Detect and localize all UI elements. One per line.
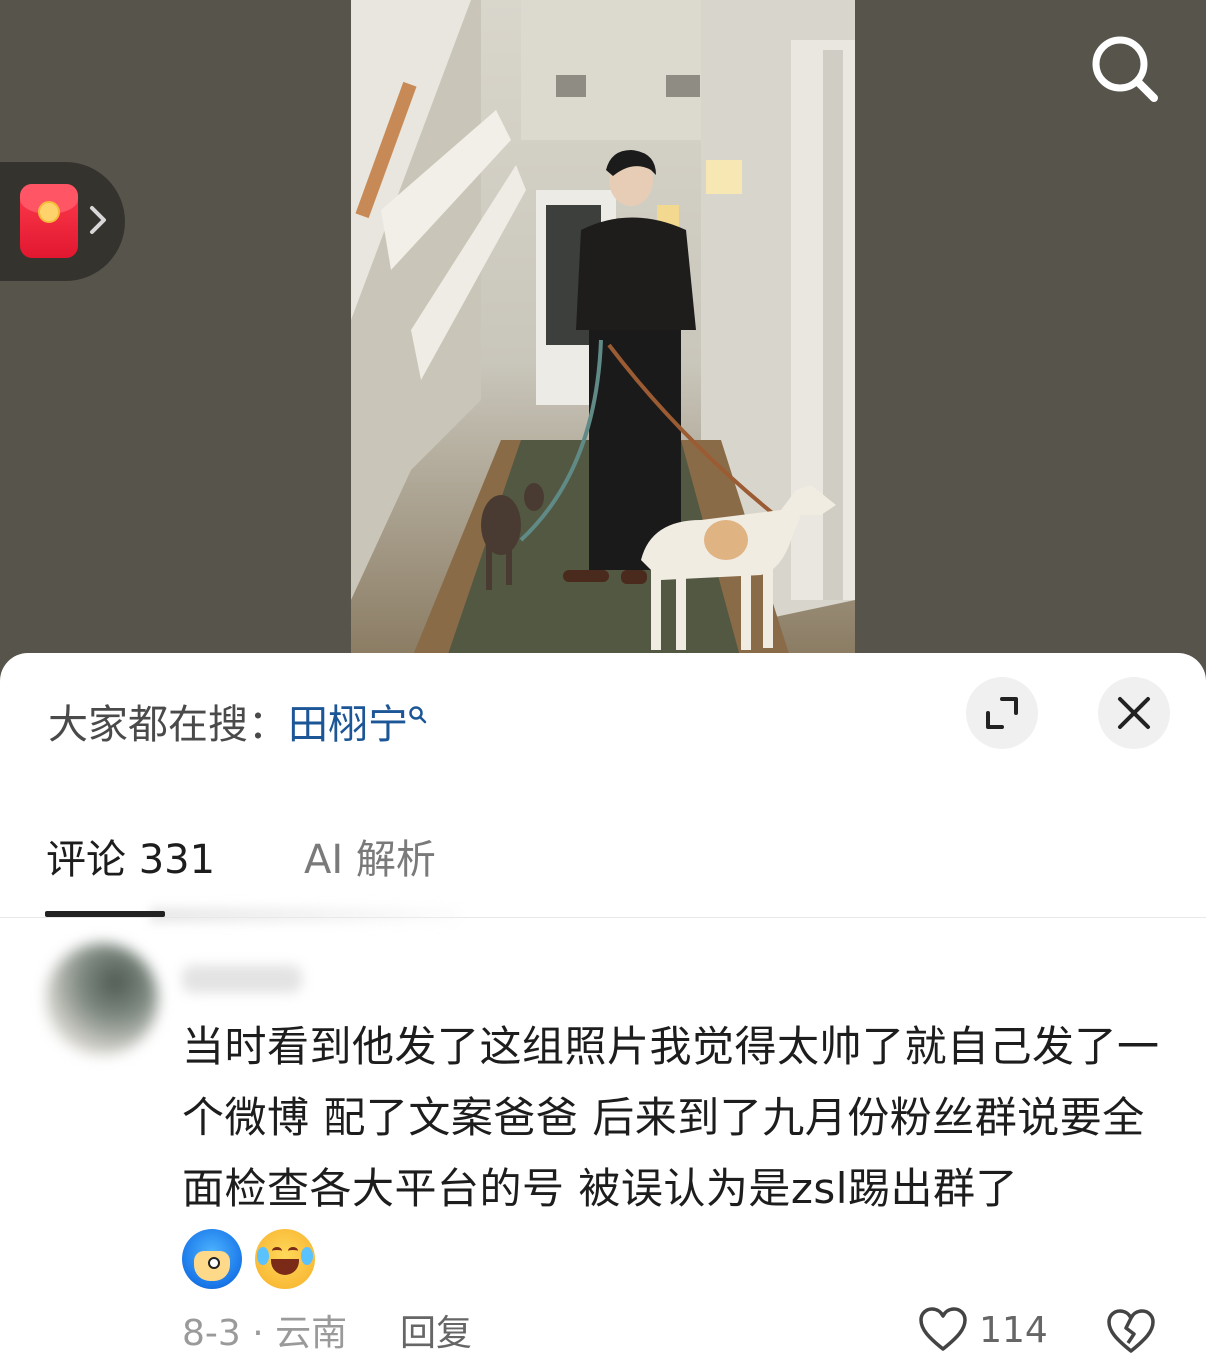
- comment-tabs: 评论 331 AI 解析: [0, 823, 1206, 923]
- close-button[interactable]: [1098, 677, 1170, 749]
- hallway-photo-illustration: [351, 0, 855, 660]
- heart-icon: [919, 1307, 967, 1351]
- hot-search-prefix: 大家都在搜：: [48, 702, 288, 748]
- expand-button[interactable]: [966, 677, 1038, 749]
- red-packet-icon: [20, 184, 78, 258]
- hot-search-bar: 大家都在搜：田栩宁: [48, 697, 428, 753]
- search-button[interactable]: [1086, 30, 1162, 106]
- chevron-right-icon: [90, 206, 106, 234]
- laugh-cry-emoji-icon: [255, 1229, 316, 1289]
- comment-text: 当时看到他发了这组照片我觉得太帅了就自己发了一个微博 配了文案爸爸 后来到了九月…: [182, 1022, 1160, 1213]
- dislike-button[interactable]: [1106, 1309, 1156, 1359]
- comment-emojis: [182, 1229, 323, 1293]
- avatar[interactable]: [46, 943, 158, 1055]
- search-icon: [1092, 36, 1158, 102]
- post-photo[interactable]: [351, 0, 855, 660]
- blue-character-emoji-icon: [182, 1229, 242, 1289]
- username-blurred[interactable]: [182, 965, 302, 993]
- reply-button[interactable]: 回复: [400, 1311, 472, 1357]
- red-packet-entry[interactable]: [0, 162, 125, 281]
- close-icon: [1118, 697, 1150, 729]
- active-tab-indicator: [45, 911, 165, 917]
- tab-comments[interactable]: 评论 331: [46, 833, 215, 887]
- like-count: 114: [979, 1309, 1048, 1351]
- like-button[interactable]: 114: [918, 1307, 1048, 1359]
- comment-date-location: 8-3 · 云南: [182, 1313, 348, 1354]
- blurred-overlay: [150, 907, 460, 923]
- small-search-icon: [409, 706, 427, 724]
- broken-heart-icon: [1107, 1309, 1155, 1353]
- hot-search-term-link[interactable]: 田栩宁: [288, 702, 408, 748]
- tab-ai-analysis[interactable]: AI 解析: [304, 833, 436, 887]
- comments-sheet: 大家都在搜：田栩宁 评论 331 AI 解析 当时看到他发了这组照片我觉得太帅了…: [0, 653, 1206, 1361]
- comment-item: 当时看到他发了这组照片我觉得太帅了就自己发了一个微博 配了文案爸爸 后来到了九月…: [0, 923, 1206, 1361]
- expand-icon: [986, 697, 1018, 729]
